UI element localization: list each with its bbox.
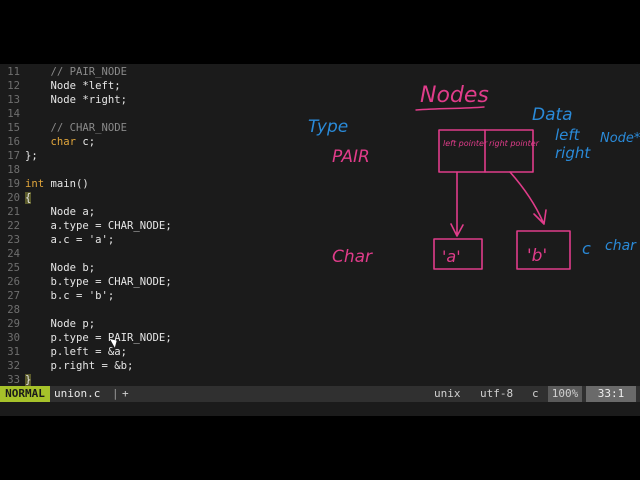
code-line[interactable]: 16 char c; bbox=[0, 135, 95, 149]
filetype: c bbox=[532, 387, 539, 400]
code-line[interactable]: 17}; bbox=[0, 149, 38, 163]
line-number: 13 bbox=[7, 94, 20, 106]
code-text: b.c = 'b'; bbox=[25, 290, 115, 302]
line-number: 28 bbox=[7, 304, 20, 316]
code-line[interactable]: 31 p.left = &a; bbox=[0, 345, 127, 359]
code-text: a.c = 'a'; bbox=[25, 234, 115, 246]
code-line[interactable]: 22 a.type = CHAR_NODE; bbox=[0, 219, 172, 233]
code-line[interactable]: 28 bbox=[0, 303, 25, 317]
code-text: p.right = &b; bbox=[25, 360, 134, 372]
code-line[interactable]: 33} bbox=[0, 373, 32, 387]
line-number: 12 bbox=[7, 80, 20, 92]
code-text: char c; bbox=[50, 136, 96, 148]
right-arrow bbox=[509, 171, 547, 225]
code-text: Node *left; bbox=[25, 80, 121, 92]
line-number: 24 bbox=[7, 248, 20, 260]
vim-editor-window: 11 // PAIR_NODE 12 Node *left; 13 Node *ri… bbox=[0, 64, 640, 416]
handwritten-diagram: Nodes Data Type PAIR left right Node* le… bbox=[308, 83, 640, 270]
code-line[interactable]: 15 // CHAR_NODE bbox=[0, 121, 127, 135]
node-pointer-label: Node* bbox=[600, 131, 640, 146]
vim-statusline: NORMAL union.c | + unix utf-8 c 100% 33:… bbox=[0, 386, 640, 402]
code-line[interactable]: 24 bbox=[0, 247, 25, 261]
left-arrow bbox=[450, 171, 464, 237]
line-number: 31 bbox=[7, 346, 20, 358]
pair-box bbox=[438, 129, 534, 173]
code-text: // CHAR_NODE bbox=[25, 122, 128, 134]
code-text: // PAIR_NODE bbox=[25, 66, 128, 78]
code-line[interactable]: 21 Node a; bbox=[0, 205, 95, 219]
mode-indicator: NORMAL bbox=[0, 386, 50, 402]
code-text: }; bbox=[25, 150, 38, 162]
line-number: 21 bbox=[7, 206, 20, 218]
line-number: 16 bbox=[7, 136, 20, 148]
line-number: 23 bbox=[7, 234, 20, 246]
line-number: 26 bbox=[7, 276, 20, 288]
cursor-position: 33:1 bbox=[586, 386, 636, 402]
line-number: 18 bbox=[7, 164, 20, 176]
line-number: 14 bbox=[7, 108, 20, 120]
code-line[interactable]: 26 b.type = CHAR_NODE; bbox=[0, 275, 172, 289]
filename: union.c bbox=[54, 387, 101, 400]
left-label: left bbox=[555, 126, 581, 144]
box-a-value: 'a' bbox=[442, 247, 461, 266]
code-text: Node p; bbox=[25, 318, 96, 330]
modified-flag: + bbox=[122, 387, 129, 400]
line-number: 27 bbox=[7, 290, 20, 302]
char-label: Char bbox=[332, 247, 373, 267]
keyword: char bbox=[50, 136, 77, 148]
code-line[interactable]: 29 Node p; bbox=[0, 317, 95, 331]
code-text: int main() bbox=[25, 178, 89, 190]
keyword: int bbox=[25, 178, 45, 190]
line-number: 19 bbox=[7, 178, 20, 190]
code-text: p.type = PAIR_NODE; bbox=[25, 332, 172, 344]
line-number: 11 bbox=[7, 66, 20, 78]
code-text: a.type = CHAR_NODE; bbox=[25, 220, 172, 232]
scroll-percent: 100% bbox=[548, 386, 582, 402]
code-text: Node a; bbox=[25, 206, 96, 218]
code-text: { bbox=[25, 192, 32, 204]
line-number: 25 bbox=[7, 262, 20, 274]
char-type-label: char bbox=[605, 238, 637, 254]
code-line[interactable]: 11 // PAIR_NODE bbox=[0, 65, 127, 79]
code-text: Node b; bbox=[25, 262, 96, 274]
data-label: Data bbox=[532, 105, 573, 125]
line-number: 20 bbox=[7, 192, 20, 204]
code-line[interactable]: 30 p.type = PAIR_NODE; bbox=[0, 331, 172, 345]
box-right-pointer-text: right pointer bbox=[489, 139, 540, 148]
code-line[interactable]: 23 a.c = 'a'; bbox=[0, 233, 114, 247]
fileformat: unix bbox=[434, 387, 461, 400]
line-number: 29 bbox=[7, 318, 20, 330]
command-line[interactable] bbox=[0, 402, 640, 416]
code-line[interactable]: 18 bbox=[0, 163, 25, 177]
code-line[interactable]: 14 bbox=[0, 107, 25, 121]
pair-label: PAIR bbox=[332, 147, 370, 167]
right-label: right bbox=[555, 144, 591, 162]
code-text: Node *right; bbox=[25, 94, 128, 106]
box-b-value: 'b' bbox=[527, 246, 547, 266]
code-line[interactable]: 20 { bbox=[0, 191, 32, 205]
line-number: 22 bbox=[7, 220, 20, 232]
separator: | bbox=[112, 387, 119, 400]
title-nodes: Nodes bbox=[420, 83, 489, 108]
code-text: p.left = &a; bbox=[25, 346, 128, 358]
code-line[interactable]: 25 Node b; bbox=[0, 261, 95, 275]
line-number: 30 bbox=[7, 332, 20, 344]
box-left-pointer-text: left pointer bbox=[443, 139, 488, 148]
encoding: utf-8 bbox=[480, 387, 514, 400]
c-label: c bbox=[582, 239, 591, 258]
line-number: 33 bbox=[7, 374, 20, 386]
code-line[interactable]: 27 b.c = 'b'; bbox=[0, 289, 114, 303]
type-label: Type bbox=[308, 117, 348, 137]
code-text: b.type = CHAR_NODE; bbox=[25, 276, 172, 288]
code-line[interactable]: 19 int main() bbox=[0, 177, 89, 191]
code-line[interactable]: 32 p.right = &b; bbox=[0, 359, 133, 373]
line-number: 15 bbox=[7, 122, 20, 134]
line-number: 32 bbox=[7, 360, 20, 372]
code-line[interactable]: 13 Node *right; bbox=[0, 93, 127, 107]
code-text: } bbox=[25, 374, 32, 386]
line-number: 17 bbox=[7, 150, 20, 162]
code-line[interactable]: 12 Node *left; bbox=[0, 79, 121, 93]
